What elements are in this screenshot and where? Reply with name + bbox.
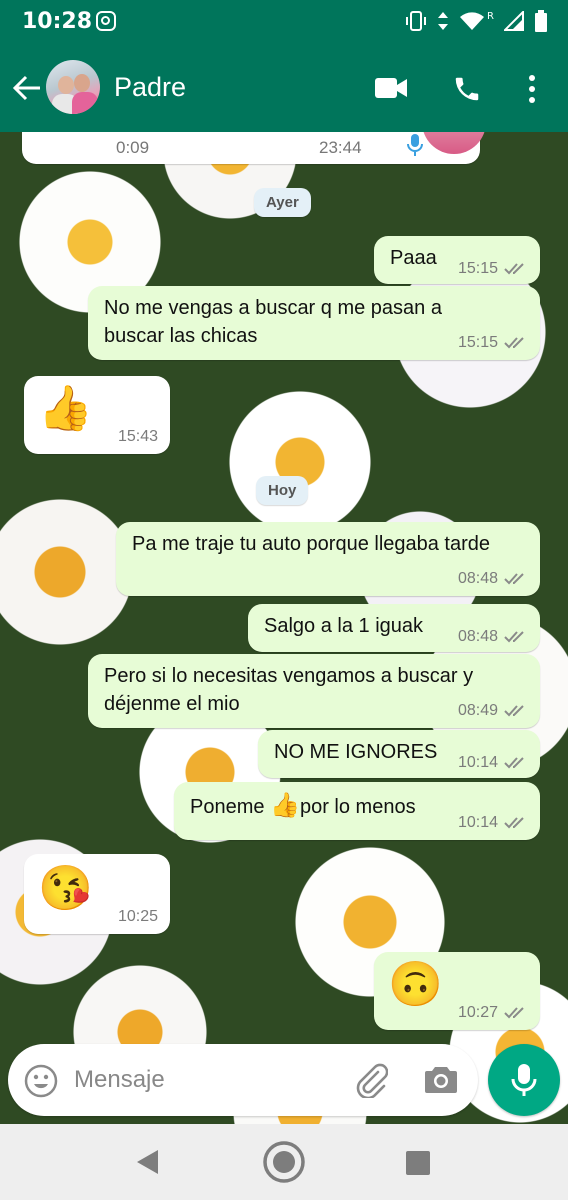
kissing-face-emoji: 😘 [38, 864, 93, 913]
contact-avatar[interactable] [46, 60, 100, 114]
upside-down-face-emoji: 🙃 [388, 960, 443, 1009]
videocam-icon[interactable] [374, 76, 408, 100]
microphone-icon [407, 134, 423, 156]
message-time: 15:15 [457, 260, 498, 277]
contact-name[interactable]: Padre [114, 72, 186, 103]
nav-home-icon[interactable] [262, 1140, 306, 1184]
message-text-line: Pero si lo necesitas vengamos a buscar y [104, 665, 474, 687]
microphone-icon [511, 1064, 537, 1096]
message-time: 10:14 [457, 754, 498, 771]
battery-icon [535, 10, 547, 32]
status-bar: 10:28 R [0, 0, 568, 44]
instagram-notification-icon [96, 11, 116, 31]
nav-back-icon[interactable] [134, 1148, 162, 1176]
message-text: Salgo a la 1 iguak [264, 615, 424, 637]
message-text-part: Poneme [190, 796, 271, 818]
message-time: 15:43 [117, 428, 158, 445]
message-time: 08:48 [457, 628, 498, 645]
message-text: Pa me traje tu auto porque llegaba tarde [132, 533, 491, 555]
message-text: Poneme 👍por lo menos [190, 792, 416, 821]
signal-icon [504, 11, 524, 31]
message-text: NO ME IGNORES [274, 741, 438, 763]
message-bubble[interactable]: 🙃 10:27 [374, 952, 540, 1030]
message-text-line: déjenme el mio [104, 693, 240, 715]
audio-message[interactable]: 0:09 23:44 [22, 132, 486, 164]
camera-icon[interactable] [424, 1064, 458, 1094]
message-bubble[interactable]: Paaa 15:15 [374, 236, 540, 284]
message-bubble[interactable]: Pero si lo necesitas vengamos a buscar y… [88, 654, 540, 728]
double-check-icon [504, 705, 524, 717]
paperclip-icon[interactable] [354, 1062, 388, 1098]
message-text: Paaa [390, 247, 437, 269]
mic-button[interactable] [488, 1044, 560, 1116]
message-bubble[interactable]: Salgo a la 1 iguak 08:48 [248, 604, 540, 652]
message-bubble[interactable]: Pa me traje tu auto porque llegaba tarde… [116, 522, 540, 596]
double-check-icon [504, 631, 524, 643]
audio-duration: 0:09 [116, 138, 150, 157]
message-text-part: por lo menos [299, 796, 416, 818]
message-bubble[interactable]: 😘 10:25 [24, 854, 170, 934]
message-bubble[interactable]: No me vengas a buscar q me pasan a busca… [88, 286, 540, 360]
chat-area[interactable]: 0:09 23:44 Ayer Paaa 15:15 No me vengas … [0, 132, 568, 1124]
chat-header: Padre [0, 44, 568, 132]
message-time: 10:25 [117, 908, 158, 925]
system-nav-bar [0, 1124, 568, 1200]
emoji-smile-icon[interactable] [24, 1064, 58, 1098]
nav-recents-icon[interactable] [406, 1151, 430, 1175]
date-chip-ayer: Ayer [254, 188, 311, 217]
message-time: 10:27 [457, 1004, 498, 1021]
message-text-line: buscar las chicas [104, 325, 258, 347]
roaming-indicator: R [487, 10, 494, 22]
message-bubble[interactable]: NO ME IGNORES 10:14 [258, 730, 540, 778]
arrow-left-icon[interactable] [12, 74, 42, 102]
message-time: 15:15 [457, 334, 498, 351]
double-check-icon [504, 757, 524, 769]
message-bubble[interactable]: Poneme 👍por lo menos 10:14 [174, 782, 540, 840]
audio-sender-avatar [422, 132, 486, 154]
double-check-icon [504, 263, 524, 275]
status-icons: R [405, 10, 548, 32]
status-time: 10:28 [22, 9, 93, 34]
thumbs-up-emoji: 👍 [38, 384, 93, 433]
double-check-icon [504, 817, 524, 829]
more-vert-icon[interactable] [526, 74, 538, 104]
vibrate-icon [406, 11, 427, 31]
message-composer [8, 1044, 478, 1116]
double-check-icon [504, 573, 524, 585]
message-text-line: No me vengas a buscar q me pasan a [104, 297, 442, 319]
message-input[interactable] [74, 1058, 334, 1102]
message-time: 10:14 [457, 814, 498, 831]
message-bubble[interactable]: 👍 15:43 [24, 376, 170, 454]
message-time: 08:48 [457, 570, 498, 587]
thumbs-up-emoji: 👍 [270, 792, 300, 819]
data-arrows-icon [438, 12, 449, 30]
date-chip-hoy: Hoy [256, 476, 309, 505]
phone-icon[interactable] [452, 74, 482, 104]
double-check-icon [504, 1007, 524, 1019]
message-time: 23:44 [319, 138, 362, 157]
message-time: 08:49 [457, 702, 498, 719]
double-check-icon [504, 337, 524, 349]
wifi-icon [460, 12, 485, 30]
